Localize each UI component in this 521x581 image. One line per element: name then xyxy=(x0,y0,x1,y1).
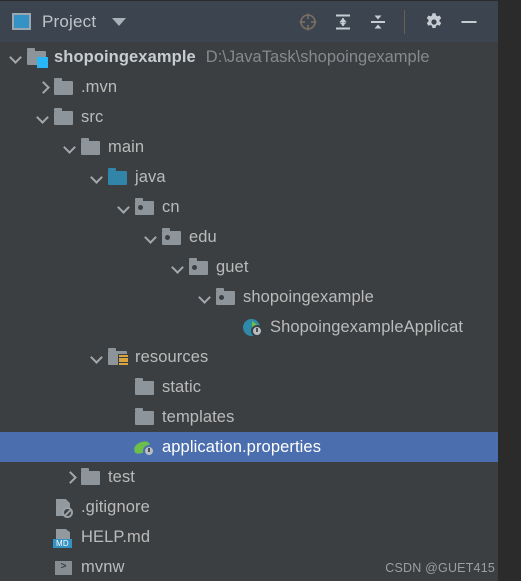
tree-row[interactable]: MD HELP.md xyxy=(0,522,498,552)
tree-row[interactable]: .gitignore xyxy=(0,492,498,522)
minus-icon xyxy=(461,20,477,23)
tree-row-label: shopoingexample xyxy=(243,287,374,306)
chevron-down-icon[interactable] xyxy=(89,349,105,365)
chevron-down-icon[interactable] xyxy=(112,17,127,26)
tree-row-label: resources xyxy=(135,347,209,366)
gear-icon xyxy=(426,12,442,28)
chevron-down-icon[interactable] xyxy=(89,169,105,185)
chevron-down-icon[interactable] xyxy=(116,199,132,215)
spring-boot-class-icon xyxy=(242,316,264,338)
chevron-down-icon[interactable] xyxy=(62,139,78,155)
package-icon xyxy=(215,286,237,308)
tool-window-title: Project xyxy=(42,11,97,31)
tree-row-label: main xyxy=(108,137,145,156)
settings-button[interactable] xyxy=(419,7,449,37)
watermark: CSDN @GUET415 xyxy=(385,561,495,575)
chevron-down-icon[interactable] xyxy=(170,259,186,275)
chevron-down-icon[interactable] xyxy=(143,229,159,245)
chevron-right-icon[interactable] xyxy=(35,79,51,95)
tree-row-label: test xyxy=(108,467,135,486)
chevron-down-icon[interactable] xyxy=(35,109,51,125)
package-icon xyxy=(134,196,156,218)
tree-row-path: D:\JavaTask\shopoingexample xyxy=(205,47,430,66)
folder-icon xyxy=(80,466,102,488)
source-root-folder-icon xyxy=(107,166,129,188)
folder-icon xyxy=(53,106,75,128)
tree-row-label: .mvn xyxy=(81,77,118,96)
scope-icon xyxy=(299,13,317,30)
tree-row[interactable]: java xyxy=(0,162,498,192)
chevron-down-icon[interactable] xyxy=(8,49,24,65)
tree-right-gutter xyxy=(498,42,521,581)
tree-row[interactable]: shopoingexample D:\JavaTask\shopoingexamp… xyxy=(0,42,498,72)
tree-row[interactable]: .mvn xyxy=(0,72,498,102)
expand-all-icon xyxy=(336,14,350,29)
tree-row-label: templates xyxy=(162,407,235,426)
folder-icon xyxy=(80,136,102,158)
package-icon xyxy=(161,226,183,248)
tree-row[interactable]: shopoingexample xyxy=(0,282,498,312)
project-toolbar: Project xyxy=(0,0,498,42)
folder-icon xyxy=(134,406,156,428)
tree-row-label: edu xyxy=(189,227,217,246)
spring-properties-icon xyxy=(133,436,156,458)
tree-row[interactable]: ShopoingexampleApplicat xyxy=(0,312,498,342)
tree-row-label: guet xyxy=(216,257,249,276)
script-file-icon: > xyxy=(53,556,75,578)
tree-row[interactable]: src xyxy=(0,102,498,132)
tree-row-label: java xyxy=(135,167,166,186)
tree-row[interactable]: templates xyxy=(0,402,498,432)
toolbar-right-gutter xyxy=(498,0,521,42)
tree-row-label: src xyxy=(81,107,104,126)
collapse-all-button[interactable] xyxy=(363,7,393,37)
tree-row[interactable]: guet xyxy=(0,252,498,282)
hide-button[interactable] xyxy=(454,7,484,37)
project-tree[interactable]: shopoingexample D:\JavaTask\shopoingexamp… xyxy=(0,42,498,581)
package-icon xyxy=(188,256,210,278)
tree-row[interactable]: application.properties xyxy=(0,432,498,462)
project-tool-window: Project shopoingexample D:\JavaTask\shop… xyxy=(0,0,521,581)
folder-icon xyxy=(53,76,75,98)
toolbar-separator xyxy=(404,9,405,34)
resource-root-folder-icon xyxy=(107,346,129,368)
tree-row[interactable]: edu xyxy=(0,222,498,252)
tree-row-label: application.properties xyxy=(162,437,322,456)
tree-row[interactable]: static xyxy=(0,372,498,402)
tree-row[interactable]: cn xyxy=(0,192,498,222)
tree-row-label: ShopoingexampleApplicat xyxy=(270,317,464,336)
tree-row-label: HELP.md xyxy=(81,527,151,546)
gitignore-file-icon xyxy=(53,496,75,518)
expand-all-button[interactable] xyxy=(328,7,358,37)
collapse-all-icon xyxy=(371,15,385,28)
project-window-icon xyxy=(12,13,31,30)
toolbar-actions xyxy=(288,7,498,37)
chevron-down-icon[interactable] xyxy=(197,289,213,305)
chevron-right-icon[interactable] xyxy=(62,469,78,485)
tree-row-label: shopoingexample xyxy=(54,47,196,66)
tree-row[interactable]: resources xyxy=(0,342,498,372)
markdown-file-icon: MD xyxy=(53,526,75,548)
tree-row-label: mvnw xyxy=(81,557,125,576)
tree-row-label: .gitignore xyxy=(81,497,150,516)
tree-row-label: cn xyxy=(162,197,180,216)
tree-row[interactable]: main xyxy=(0,132,498,162)
folder-icon xyxy=(134,376,156,398)
locate-button[interactable] xyxy=(293,7,323,37)
tree-row-label: static xyxy=(162,377,202,396)
module-folder-icon xyxy=(26,46,48,68)
tree-row[interactable]: test xyxy=(0,462,498,492)
